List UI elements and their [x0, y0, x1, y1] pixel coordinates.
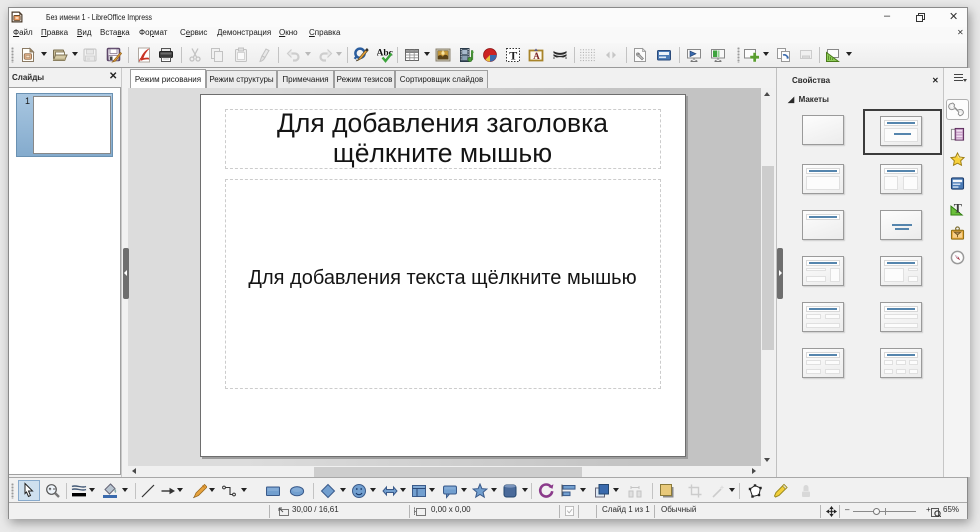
svg-text:T: T	[509, 49, 517, 63]
svg-text:A: A	[533, 51, 540, 61]
svg-text:T: T	[954, 201, 962, 215]
